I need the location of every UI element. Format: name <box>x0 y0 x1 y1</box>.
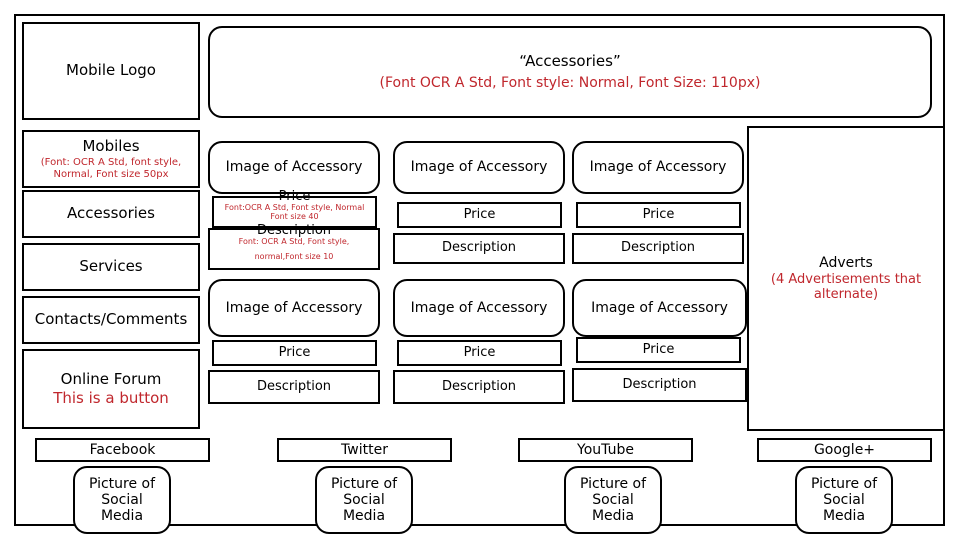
social-picture-facebook[interactable]: Picture of Social Media <box>73 466 171 534</box>
product-description-label: Description <box>441 378 517 394</box>
social-picture-line2: Social <box>823 491 865 508</box>
sidebar-item-label: Online Forum <box>60 369 162 388</box>
adverts-note-line2: alternate) <box>813 286 879 302</box>
product-image-label: Image of Accessory <box>225 299 363 316</box>
social-picture-line1: Picture of <box>810 475 878 492</box>
mobile-logo-label: Mobile Logo <box>66 61 156 80</box>
social-picture-line1: Picture of <box>579 475 647 492</box>
page-title-font-note: (Font OCR A Std, Font style: Normal, Fon… <box>379 75 761 92</box>
product-image-box[interactable]: Image of Accessory <box>572 141 744 194</box>
product-image-label: Image of Accessory <box>589 159 727 176</box>
page-header-banner: “Accessories” (Font OCR A Std, Font styl… <box>208 26 932 118</box>
product-price-label: Price <box>463 206 496 222</box>
sidebar-item-contacts-comments[interactable]: Contacts/Comments <box>22 296 200 344</box>
product-description-box[interactable]: Description <box>572 368 747 402</box>
sidebar-item-label: Accessories <box>67 204 155 223</box>
social-label: Facebook <box>89 441 156 458</box>
sidebar-item-label: Mobiles <box>82 136 140 155</box>
product-image-box[interactable]: Image of Accessory <box>393 141 565 194</box>
product-image-box[interactable]: Image of Accessory <box>572 279 747 337</box>
adverts-title: Adverts <box>819 254 873 271</box>
sidebar-item-services[interactable]: Services <box>22 243 200 291</box>
social-picture-line3: Media <box>342 508 386 525</box>
product-description-font-note-line2: normal,Font size 10 <box>254 251 334 261</box>
product-price-label-overlay: Price <box>212 186 377 208</box>
adverts-panel[interactable]: Adverts (4 Advertisements that alternate… <box>747 126 945 431</box>
social-picture-line3: Media <box>822 508 866 525</box>
social-picture-googleplus[interactable]: Picture of Social Media <box>795 466 893 534</box>
social-picture-line1: Picture of <box>330 475 398 492</box>
product-price-label: Price <box>463 344 496 360</box>
product-price-label: Price <box>642 341 675 357</box>
sidebar-item-accessories[interactable]: Accessories <box>22 190 200 238</box>
product-price-label: Price <box>278 188 311 204</box>
sidebar-item-label: Services <box>79 257 143 276</box>
social-picture-line3: Media <box>591 508 635 525</box>
product-price-label: Price <box>278 344 311 360</box>
social-label-facebook[interactable]: Facebook <box>35 438 210 462</box>
product-description-box[interactable]: Description <box>393 233 565 264</box>
social-picture-line2: Social <box>343 491 385 508</box>
product-description-label: Description <box>441 240 517 256</box>
product-description-label: Description <box>256 222 332 238</box>
product-image-label: Image of Accessory <box>410 159 548 176</box>
social-picture-youtube[interactable]: Picture of Social Media <box>564 466 662 534</box>
sidebar-item-online-forum[interactable]: Online Forum This is a button <box>22 349 200 429</box>
product-description-label-overlay: Description <box>208 222 380 240</box>
product-image-label: Image of Accessory <box>225 159 363 176</box>
sidebar-item-font-note: (Font: OCR A Std, font style, Normal, Fo… <box>40 157 182 180</box>
product-price-size-note: Font size 40 <box>270 212 319 221</box>
product-price-box[interactable]: Price <box>397 340 562 366</box>
product-price-box[interactable]: Price <box>576 202 741 228</box>
social-picture-line2: Social <box>592 491 634 508</box>
social-picture-line3: Media <box>100 508 144 525</box>
product-description-label: Description <box>622 376 697 392</box>
social-label-youtube[interactable]: YouTube <box>518 438 693 462</box>
product-image-box[interactable]: Image of Accessory <box>208 279 380 337</box>
sidebar-item-label: Contacts/Comments <box>34 310 188 329</box>
social-label-twitter[interactable]: Twitter <box>277 438 452 462</box>
product-description-label: Description <box>620 240 696 256</box>
product-price-box[interactable]: Price <box>212 340 377 366</box>
social-picture-twitter[interactable]: Picture of Social Media <box>315 466 413 534</box>
adverts-note-line1: (4 Advertisements that <box>770 271 922 287</box>
product-image-label: Image of Accessory <box>410 299 548 316</box>
wireframe-canvas: Mobile Logo “Accessories” (Font OCR A St… <box>0 0 960 540</box>
product-description-box[interactable]: Description <box>393 370 565 404</box>
social-label: YouTube <box>577 441 634 458</box>
product-description-box[interactable]: Description <box>208 370 380 404</box>
product-image-label: Image of Accessory <box>591 299 728 316</box>
product-description-box[interactable]: Description <box>572 233 744 264</box>
product-price-box[interactable]: Price <box>397 202 562 228</box>
sidebar-item-button-note: This is a button <box>53 389 169 407</box>
social-label: Google+ <box>813 441 876 458</box>
sidebar-item-mobiles[interactable]: Mobiles (Font: OCR A Std, font style, No… <box>22 130 200 188</box>
social-picture-line2: Social <box>101 491 143 508</box>
social-label-googleplus[interactable]: Google+ <box>757 438 932 462</box>
product-description-label: Description <box>256 378 332 394</box>
product-price-box[interactable]: Price <box>576 337 741 363</box>
product-image-box[interactable]: Image of Accessory <box>393 279 565 337</box>
page-title: “Accessories” <box>519 51 621 70</box>
product-price-label: Price <box>642 206 675 222</box>
social-picture-line1: Picture of <box>88 475 156 492</box>
social-label: Twitter <box>341 441 388 458</box>
mobile-logo-box[interactable]: Mobile Logo <box>22 22 200 120</box>
